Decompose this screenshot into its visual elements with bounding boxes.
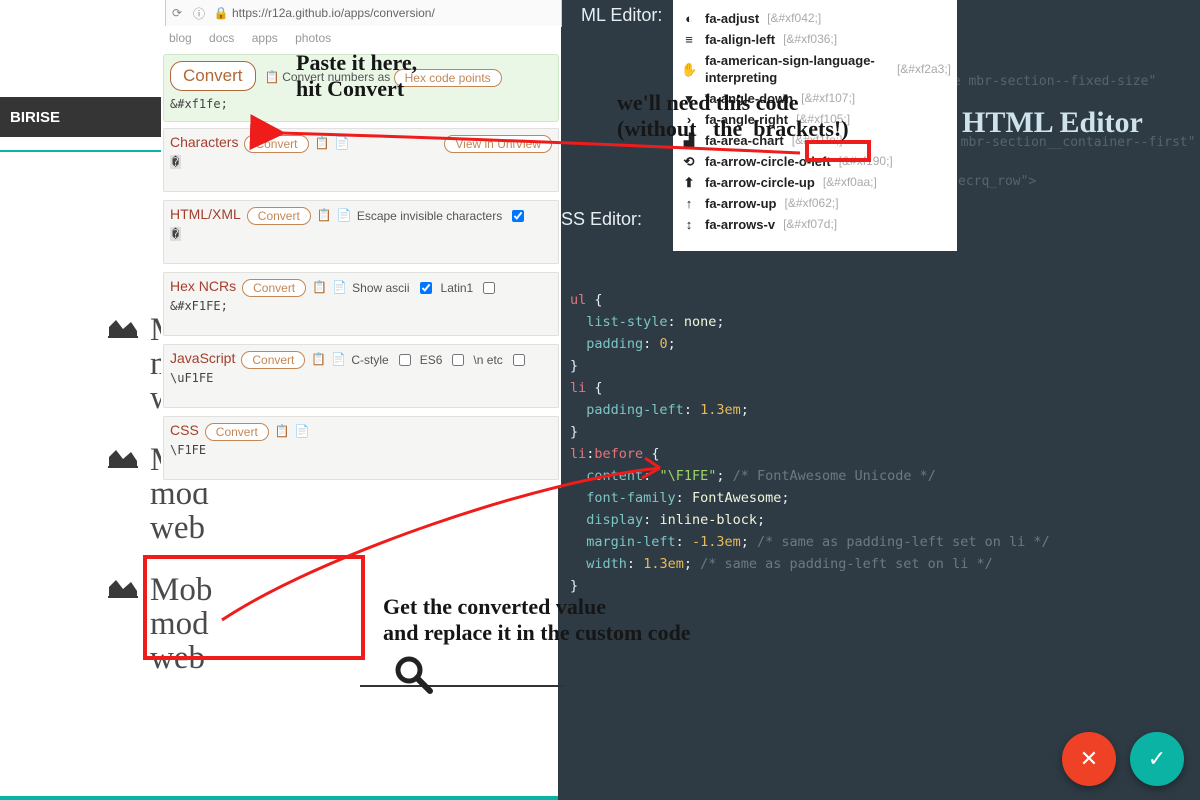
cancel-button[interactable]: ✕ <box>1062 732 1116 786</box>
confirm-button[interactable]: ✓ <box>1130 732 1184 786</box>
annotation-arrows <box>0 0 1200 800</box>
